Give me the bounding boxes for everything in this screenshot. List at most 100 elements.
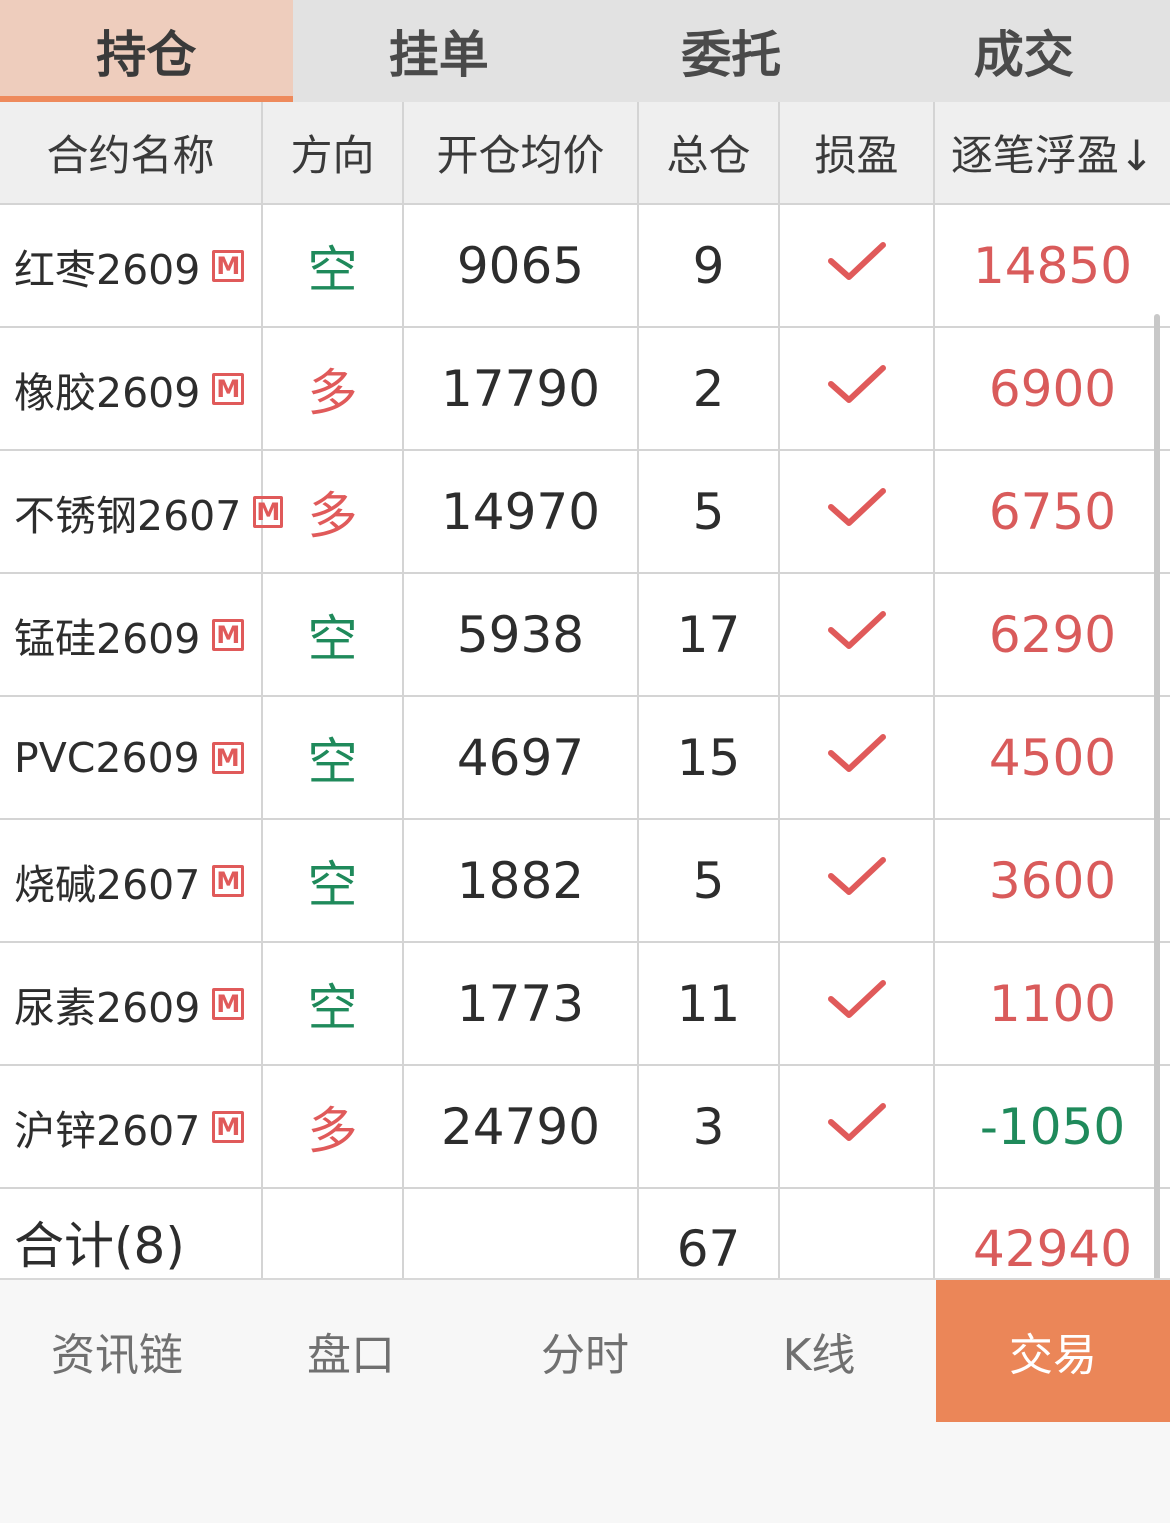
avg-price-cell: 4697 <box>404 697 639 818</box>
m-badge-icon: M <box>211 741 244 774</box>
header-float-pnl[interactable]: 逐笔浮盈↓ <box>935 102 1170 203</box>
total-cell: 3 <box>639 1066 780 1187</box>
direction-cell: 多 <box>263 1066 404 1187</box>
direction-cell: 空 <box>263 943 404 1064</box>
stop-profit-cell[interactable] <box>780 820 935 941</box>
tab-pending-orders[interactable]: 挂单 <box>293 0 586 102</box>
header-direction[interactable]: 方向 <box>263 102 404 203</box>
top-tab-bar: 持仓 挂单 委托 成交 <box>0 0 1170 102</box>
nav-news-chain[interactable]: 资讯链 <box>0 1280 234 1422</box>
float-pnl-cell: 6290 <box>988 605 1117 664</box>
total-cell: 15 <box>639 697 780 818</box>
table-row[interactable]: 红枣2609 M 空 9065 9 14850 <box>0 205 1170 328</box>
float-pnl-cell: 6750 <box>988 482 1117 541</box>
nav-order-book[interactable]: 盘口 <box>234 1280 468 1422</box>
nav-kline[interactable]: K线 <box>702 1280 936 1422</box>
avg-price-cell: 5938 <box>404 574 639 695</box>
total-label: 合计(8) <box>0 1189 263 1278</box>
total-empty-price <box>404 1189 639 1278</box>
direction-cell: 空 <box>263 820 404 941</box>
m-badge-icon: M <box>212 1110 245 1143</box>
positions-table: 合约名称 方向 开仓均价 总仓 损盈 逐笔浮盈↓ 红枣2609 M 空 9065 9 14… <box>0 102 1170 1278</box>
avg-price-cell: 9065 <box>404 205 639 326</box>
header-contract-name[interactable]: 合约名称 <box>0 102 263 203</box>
total-cell: 2 <box>639 328 780 449</box>
check-icon[interactable] <box>827 606 887 664</box>
contract-name-cell: 沪锌2607 M <box>0 1066 263 1187</box>
nav-intraday[interactable]: 分时 <box>468 1280 702 1422</box>
stop-profit-cell[interactable] <box>780 328 935 449</box>
total-cell: 11 <box>639 943 780 1064</box>
total-cell: 5 <box>639 820 780 941</box>
table-row[interactable]: PVC2609 M 空 4697 15 4500 <box>0 697 1170 820</box>
check-icon[interactable] <box>827 237 887 295</box>
contract-name: 沪锌2607 <box>14 1106 201 1155</box>
contract-name-cell: 不锈钢2607 M <box>0 451 284 572</box>
table-total-row: 合计(8) 67 42940 <box>0 1189 1170 1278</box>
table-row[interactable]: 橡胶2609 M 多 17790 2 6900 <box>0 328 1170 451</box>
total-cell: 17 <box>639 574 780 695</box>
contract-name: 红枣2609 <box>14 245 201 294</box>
check-icon[interactable] <box>827 1098 887 1156</box>
table-header-row: 合约名称 方向 开仓均价 总仓 损盈 逐笔浮盈↓ <box>0 102 1170 205</box>
direction-cell: 空 <box>263 205 404 326</box>
direction-cell: 空 <box>263 574 404 695</box>
contract-name-cell: 橡胶2609 M <box>0 328 263 449</box>
direction-cell: 多 <box>263 328 404 449</box>
contract-name-cell: 红枣2609 M <box>0 205 263 326</box>
float-pnl-cell: 1100 <box>988 974 1117 1033</box>
contract-name: PVC2609 <box>14 733 200 782</box>
total-empty-stop <box>780 1189 935 1278</box>
table-row[interactable]: 不锈钢2607 M 多 14970 5 6750 <box>0 451 1170 574</box>
direction-cell: 空 <box>263 697 404 818</box>
header-total[interactable]: 总仓 <box>639 102 780 203</box>
m-badge-icon: M <box>212 372 245 405</box>
float-pnl-cell: 3600 <box>988 851 1117 910</box>
stop-profit-cell[interactable] <box>780 1066 935 1187</box>
contract-name: 锰硅2609 <box>14 614 201 663</box>
m-badge-icon: M <box>212 987 245 1020</box>
contract-name-cell: 锰硅2609 M <box>0 574 263 695</box>
table-row[interactable]: 尿素2609 M 空 1773 11 1100 <box>0 943 1170 1066</box>
nav-trade[interactable]: 交易 <box>936 1280 1170 1422</box>
contract-name-cell: 烧碱2607 M <box>0 820 263 941</box>
avg-price-cell: 24790 <box>404 1066 639 1187</box>
total-cell: 9 <box>639 205 780 326</box>
check-icon[interactable] <box>827 975 887 1033</box>
tab-positions[interactable]: 持仓 <box>0 0 293 102</box>
table-scrollbar[interactable] <box>1154 314 1160 1278</box>
stop-profit-cell[interactable] <box>780 205 935 326</box>
check-icon[interactable] <box>827 483 887 541</box>
check-icon[interactable] <box>827 852 887 910</box>
contract-name: 烧碱2607 <box>14 860 201 909</box>
table-row[interactable]: 烧碱2607 M 空 1882 5 3600 <box>0 820 1170 943</box>
float-pnl-cell: -1050 <box>979 1097 1126 1156</box>
table-row[interactable]: 沪锌2607 M 多 24790 3 -1050 <box>0 1066 1170 1189</box>
total-float-pnl: 42940 <box>972 1220 1133 1278</box>
bottom-nav: 资讯链 盘口 分时 K线 交易 <box>0 1278 1170 1523</box>
total-positions: 67 <box>639 1189 780 1278</box>
direction-cell: 多 <box>263 451 404 572</box>
tab-trades[interactable]: 成交 <box>878 0 1170 102</box>
stop-profit-cell[interactable] <box>780 697 935 818</box>
contract-name: 尿素2609 <box>14 983 201 1032</box>
tab-orders[interactable]: 委托 <box>585 0 878 102</box>
header-stop-profit[interactable]: 损盈 <box>780 102 935 203</box>
total-empty-direction <box>263 1189 404 1278</box>
avg-price-cell: 1882 <box>404 820 639 941</box>
stop-profit-cell[interactable] <box>780 943 935 1064</box>
contract-name: 不锈钢2607 <box>14 491 242 540</box>
m-badge-icon: M <box>212 249 245 282</box>
float-pnl-cell: 4500 <box>988 728 1117 787</box>
stop-profit-cell[interactable] <box>780 574 935 695</box>
stop-profit-cell[interactable] <box>780 451 935 572</box>
contract-name-cell: PVC2609 M <box>0 697 263 818</box>
contract-name-cell: 尿素2609 M <box>0 943 263 1064</box>
table-row[interactable]: 锰硅2609 M 空 5938 17 6290 <box>0 574 1170 697</box>
avg-price-cell: 17790 <box>404 328 639 449</box>
check-icon[interactable] <box>827 729 887 787</box>
contract-name: 橡胶2609 <box>14 368 201 417</box>
check-icon[interactable] <box>827 360 887 418</box>
m-badge-icon: M <box>212 618 245 651</box>
header-avg-price[interactable]: 开仓均价 <box>404 102 639 203</box>
